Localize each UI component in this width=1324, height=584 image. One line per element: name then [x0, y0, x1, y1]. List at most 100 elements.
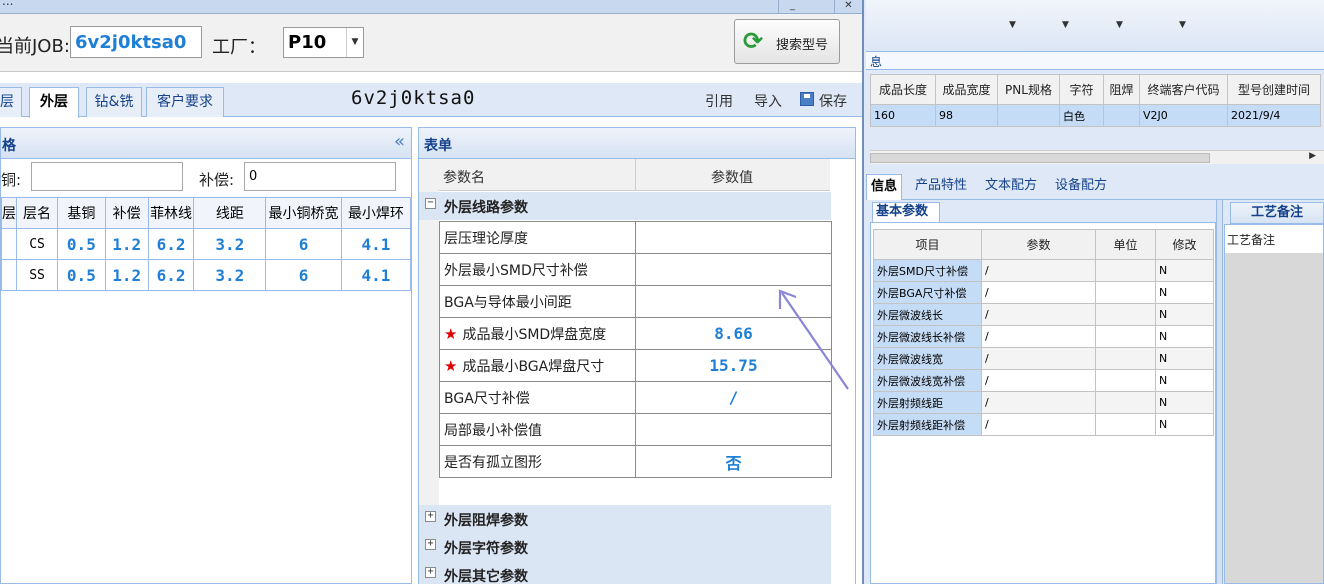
cell: 160 [870, 104, 936, 127]
table-row[interactable]: 外层微波线长补偿 / N [873, 325, 1214, 348]
table-row[interactable]: SS 0.5 1.2 6.2 3.2 6 4.1 [1, 259, 412, 291]
param-value[interactable]: 否 [635, 445, 832, 478]
compensation-input[interactable]: 0 [244, 162, 396, 191]
tab-equipment-recipe[interactable]: 设备配方 [1051, 174, 1111, 200]
col-compensation[interactable]: 补偿 [104, 197, 149, 229]
cell-param[interactable]: / [981, 259, 1096, 282]
header-divider [635, 159, 636, 191]
list-item[interactable]: 层压理论厚度 [439, 221, 832, 254]
col-created-time[interactable]: 型号创建时间 [1227, 74, 1321, 105]
expand-icon[interactable]: + [425, 567, 436, 578]
factory-select[interactable]: P10 ▼ [283, 27, 364, 58]
cell-item: 外层射频线距补偿 [873, 413, 982, 436]
table-row[interactable]: 外层射频线距 / N [873, 391, 1214, 414]
cell: 4.1 [340, 228, 412, 260]
cell-param[interactable]: / [981, 325, 1096, 348]
cell-unit [1095, 369, 1156, 392]
param-value[interactable] [635, 221, 832, 254]
import-button[interactable]: 导入 [754, 91, 782, 111]
dropdown-arrow-icon[interactable]: ▼ [1062, 20, 1069, 30]
job-input[interactable] [70, 26, 202, 58]
param-name: BGA尺寸补偿 [439, 381, 636, 414]
close-button[interactable]: ✕ [834, 0, 862, 13]
tab-outer-layer[interactable]: 外层 [29, 87, 79, 118]
param-name-cell: ★ 成品最小SMD焊盘宽度 [439, 317, 636, 350]
job-toolbar: 当前JOB: 工厂： P10 ▼ ⟳ 搜索型号 [0, 14, 862, 72]
col-unit[interactable]: 单位 [1095, 229, 1156, 260]
col-spacing[interactable]: 线距 [193, 197, 267, 229]
table-row[interactable]: 外层微波线宽补偿 / N [873, 369, 1214, 392]
scroll-right-icon[interactable]: ▶ [1309, 151, 1316, 161]
copper-input[interactable] [31, 162, 183, 191]
tab-drill-mill[interactable]: 钻&铣 [86, 87, 142, 117]
cell: 2021/9/4 [1227, 104, 1321, 127]
collapse-icon[interactable]: « [394, 131, 405, 152]
tab-text-recipe[interactable]: 文本配方 [981, 174, 1041, 200]
col-legend[interactable]: 字符 [1059, 74, 1104, 105]
col-product-width[interactable]: 成品宽度 [935, 74, 998, 105]
group-outer-soldermask[interactable]: + 外层阻焊参数 [419, 505, 831, 533]
col-layer-name[interactable]: 层名 [15, 197, 59, 229]
tab-info[interactable]: 信息 [866, 174, 903, 200]
cite-button[interactable]: 引用 [705, 91, 733, 111]
cell-param[interactable]: / [981, 303, 1096, 326]
col-base-copper[interactable]: 基铜 [57, 197, 106, 229]
factory-value: P10 [288, 32, 327, 53]
group-outer-other[interactable]: + 外层其它参数 [419, 561, 831, 584]
col-min-ring[interactable]: 最小焊环 [340, 197, 412, 229]
save-button[interactable]: 保存 [819, 91, 847, 111]
left-titlebar: ... _ ✕ [0, 0, 862, 14]
col-layer[interactable]: 层 [1, 197, 17, 229]
cell-unit [1095, 303, 1156, 326]
dropdown-arrow-icon[interactable]: ▼ [1179, 20, 1186, 30]
search-model-button[interactable]: ⟳ 搜索型号 [734, 19, 840, 64]
expand-icon[interactable]: + [425, 511, 436, 522]
table-row[interactable]: 外层微波线宽 / N [873, 347, 1214, 370]
table-row[interactable]: CS 0.5 1.2 6.2 3.2 6 4.1 [1, 228, 412, 260]
list-item[interactable]: 局部最小补偿值 [439, 413, 832, 446]
table-row[interactable]: 外层BGA尺寸补偿 / N [873, 281, 1214, 304]
group-outer-circuit[interactable]: − 外层线路参数 [419, 192, 831, 220]
cell-param[interactable]: / [981, 369, 1096, 392]
table-row[interactable]: 160 98 白色 V2J0 2021/9/4 [870, 104, 1321, 127]
table-row[interactable]: 外层射频线距补偿 / N [873, 413, 1214, 436]
collapse-icon[interactable]: − [425, 198, 436, 209]
expand-icon[interactable]: + [425, 539, 436, 550]
cell-param[interactable]: / [981, 347, 1096, 370]
save-icon[interactable] [800, 92, 814, 106]
param-value[interactable] [635, 253, 832, 286]
cell-param[interactable]: / [981, 391, 1096, 414]
col-pnl-spec[interactable]: PNL规格 [997, 74, 1060, 105]
tab-customer-req[interactable]: 客户要求 [146, 87, 224, 117]
col-modify[interactable]: 修改 [1155, 229, 1214, 260]
cell-param[interactable]: / [981, 281, 1096, 304]
param-value[interactable] [635, 413, 832, 446]
cell: 98 [935, 104, 998, 127]
cell-param[interactable]: / [981, 413, 1096, 436]
param-name: 成品最小BGA焊盘尺寸 [462, 358, 605, 375]
col-item[interactable]: 项目 [873, 229, 982, 260]
col-soldermask[interactable]: 阻焊 [1103, 74, 1140, 105]
col-end-customer[interactable]: 终端客户代码 [1139, 74, 1228, 105]
dropdown-arrow-icon[interactable]: ▼ [1009, 20, 1016, 30]
list-item[interactable]: 是否有孤立图形 否 [439, 445, 832, 478]
tab-inner-layer[interactable]: 层 [0, 87, 22, 117]
col-min-bridge[interactable]: 最小铜桥宽 [265, 197, 342, 229]
tab-product-features[interactable]: 产品特性 [911, 174, 971, 200]
group-outer-silkscreen[interactable]: + 外层字符参数 [419, 533, 831, 561]
table-row[interactable]: 外层SMD尺寸补偿 / N [873, 259, 1214, 282]
scrollbar-thumb[interactable] [870, 153, 1210, 163]
col-param[interactable]: 参数 [981, 229, 1096, 260]
col-product-length[interactable]: 成品长度 [870, 74, 936, 105]
list-item[interactable]: 外层最小SMD尺寸补偿 [439, 253, 832, 286]
tab-process-notes[interactable]: 工艺备注 [1230, 202, 1324, 224]
tab-basic-params[interactable]: 基本参数 [872, 202, 940, 222]
dropdown-arrow-icon[interactable]: ▼ [346, 28, 363, 57]
dropdown-arrow-icon[interactable]: ▼ [1116, 20, 1123, 30]
horizontal-scrollbar[interactable]: ▶ [870, 150, 1324, 164]
col-film-line[interactable]: 菲林线 [147, 197, 195, 229]
param-name: 外层最小SMD尺寸补偿 [439, 253, 636, 286]
minimize-button[interactable]: _ [778, 0, 806, 13]
table-row[interactable]: 外层微波线长 / N [873, 303, 1214, 326]
panel-splitter[interactable] [1216, 200, 1223, 584]
